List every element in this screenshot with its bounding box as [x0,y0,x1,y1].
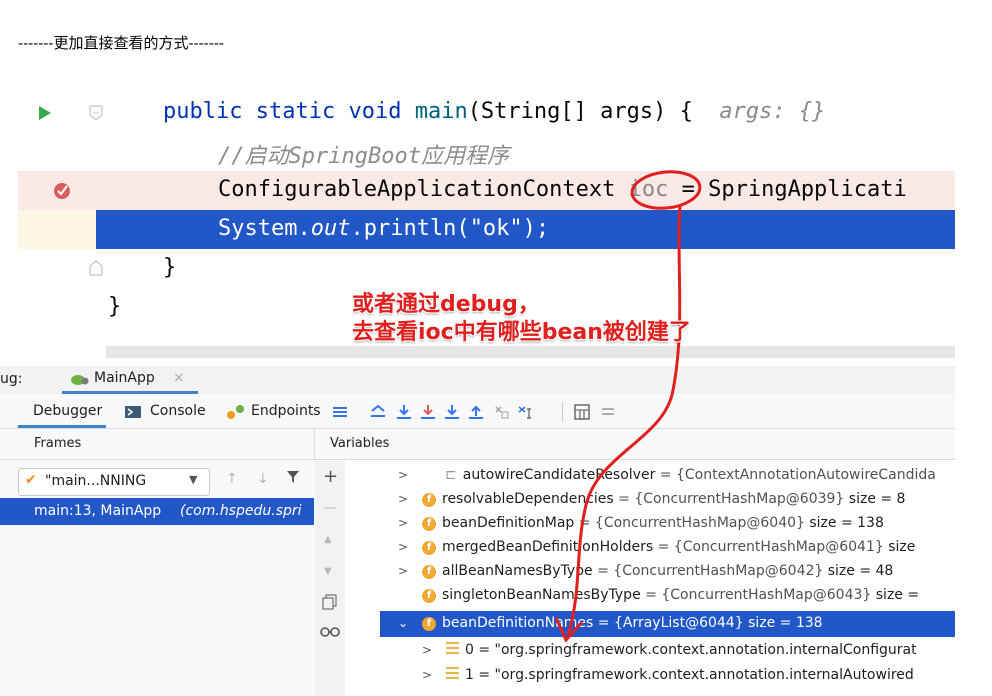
annotation-circle [630,170,702,210]
annotation-overlay [554,170,702,643]
annotation-arrow-line [566,205,682,636]
annotation-text-line2: 去查看ioc中有哪些bean被创建了 [352,320,691,345]
